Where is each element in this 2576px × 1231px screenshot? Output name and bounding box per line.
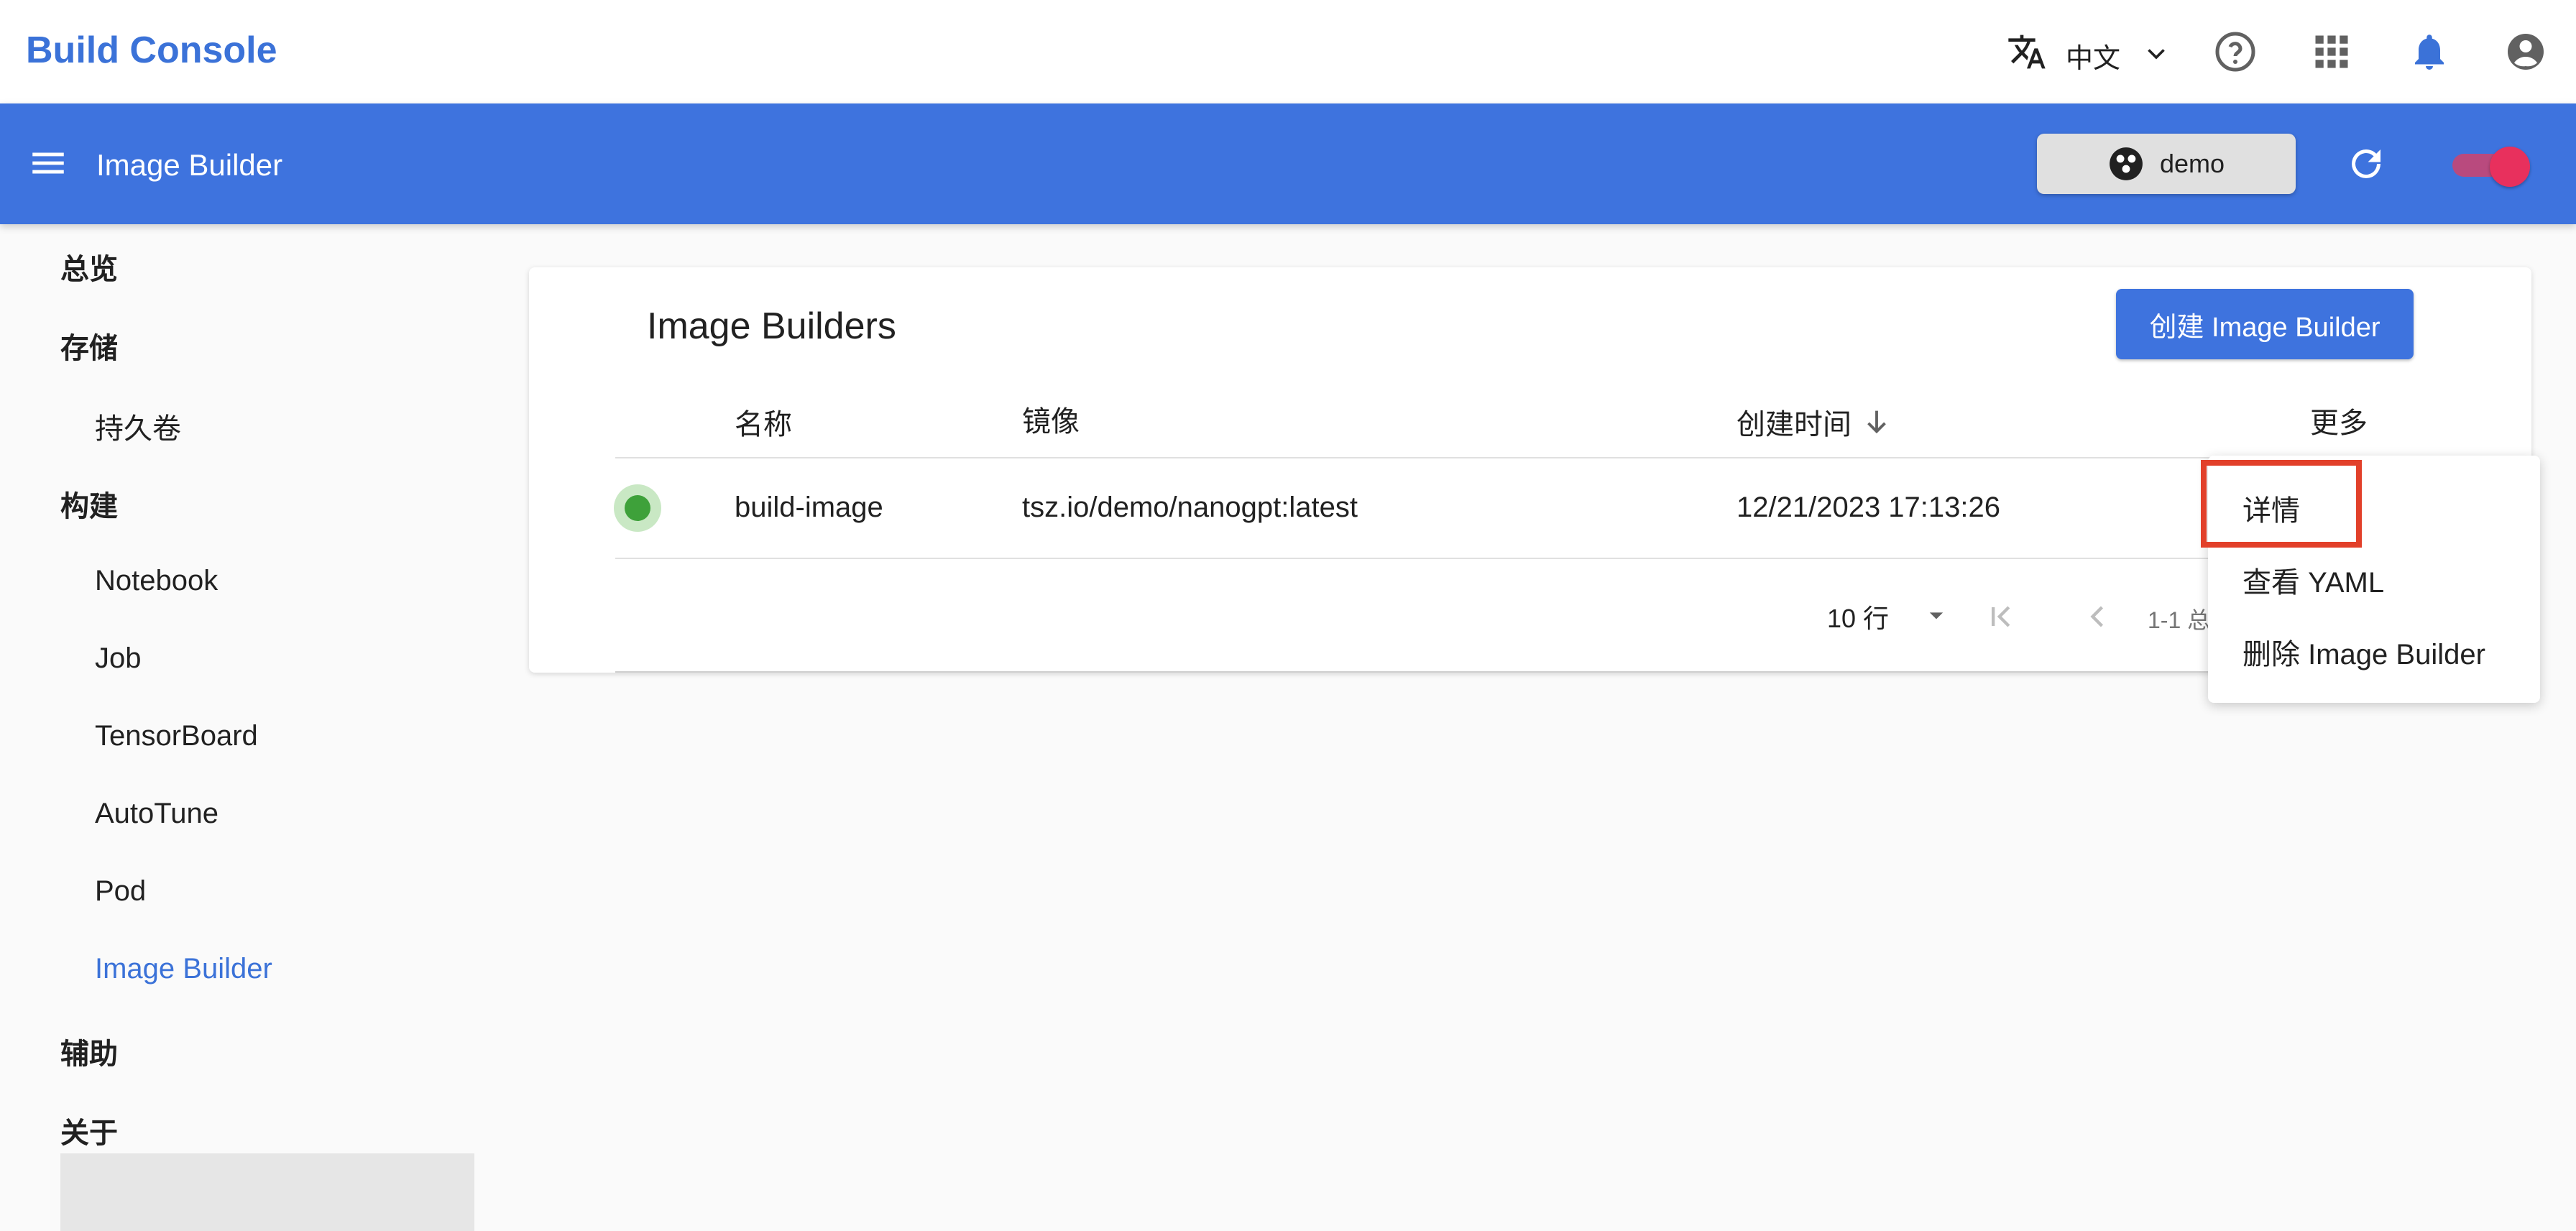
sidebar-group-build[interactable]: 构建	[60, 483, 118, 525]
refresh-icon[interactable]	[2345, 142, 2388, 185]
status-indicator	[614, 484, 661, 532]
sidebar-item-job[interactable]: Job	[95, 642, 142, 675]
sidebar-item-about[interactable]: 关于	[60, 1110, 118, 1151]
dropdown-arrow-icon[interactable]	[1920, 599, 1952, 631]
row-image: tsz.io/demo/nanogpt:latest	[1022, 492, 1358, 523]
sidebar-item-notebook[interactable]: Notebook	[95, 565, 218, 597]
column-header-name[interactable]: 名称	[735, 401, 792, 443]
row-divider	[615, 558, 2412, 559]
apps-icon[interactable]	[2310, 30, 2353, 73]
theme-toggle[interactable]	[2450, 147, 2530, 187]
namespace-label: demo	[2159, 149, 2225, 178]
column-header-created-label: 创建时间	[1736, 409, 1852, 441]
account-icon[interactable]	[2504, 30, 2547, 73]
pagination-divider	[615, 671, 2412, 673]
page-title: Image Builder	[96, 148, 283, 182]
menu-item-view-yaml[interactable]: 查看 YAML	[2242, 559, 2384, 601]
namespace-selector[interactable]: demo	[2037, 134, 2296, 194]
sort-arrow-down-icon[interactable]	[1860, 405, 1893, 438]
toggle-thumb	[2490, 147, 2530, 187]
column-header-more: 更多	[2310, 407, 2368, 439]
column-header-image[interactable]: 镜像	[1022, 398, 1080, 440]
sidebar-item-image-builder[interactable]: Image Builder	[95, 953, 272, 985]
row-name[interactable]: build-image	[735, 492, 883, 524]
previous-page-icon[interactable]	[2079, 598, 2116, 635]
first-page-icon[interactable]	[1982, 598, 2020, 635]
translate-icon[interactable]	[2005, 32, 2048, 72]
sidebar-active-highlight	[60, 1153, 474, 1231]
status-running-dot	[625, 495, 650, 521]
rows-per-page-value[interactable]: 10 行	[1827, 598, 1889, 635]
brand-title[interactable]: Build Console	[26, 29, 277, 72]
header-divider	[615, 457, 2412, 458]
sidebar-item-tensorboard[interactable]: TensorBoard	[95, 720, 258, 752]
app-bar: Image Builder demo	[0, 103, 2576, 224]
sidebar-group-storage[interactable]: 存储	[60, 325, 118, 366]
sidebar-item-pod[interactable]: Pod	[95, 875, 146, 908]
sidebar-group-auxiliary[interactable]: 辅助	[60, 1031, 118, 1072]
bell-icon[interactable]	[2408, 30, 2451, 73]
create-image-builder-button[interactable]: 创建 Image Builder	[2116, 289, 2414, 359]
namespace-icon	[2110, 147, 2143, 180]
chevron-down-icon[interactable]	[2143, 40, 2169, 66]
sidebar-item-overview[interactable]: 总览	[60, 246, 118, 287]
help-icon[interactable]	[2214, 30, 2257, 73]
details-highlight-box	[2201, 460, 2362, 548]
sidebar-item-autotune[interactable]: AutoTune	[95, 798, 218, 830]
top-bar: Build Console 中文	[0, 0, 2576, 103]
card-title: Image Builders	[647, 305, 896, 347]
sidebar-item-persistent-volumes[interactable]: 持久卷	[95, 405, 181, 447]
menu-item-delete-image-builder[interactable]: 删除 Image Builder	[2242, 631, 2485, 673]
language-label[interactable]: 中文	[2066, 36, 2120, 75]
menu-icon[interactable]	[27, 142, 69, 184]
column-header-created[interactable]: 创建时间	[1736, 401, 1893, 443]
row-created: 12/21/2023 17:13:26	[1736, 492, 2001, 523]
sidebar: 总览 存储 持久卷 构建 Notebook Job TensorBoard Au…	[0, 224, 474, 1231]
pagination-range: 1-1 总	[2148, 607, 2211, 633]
